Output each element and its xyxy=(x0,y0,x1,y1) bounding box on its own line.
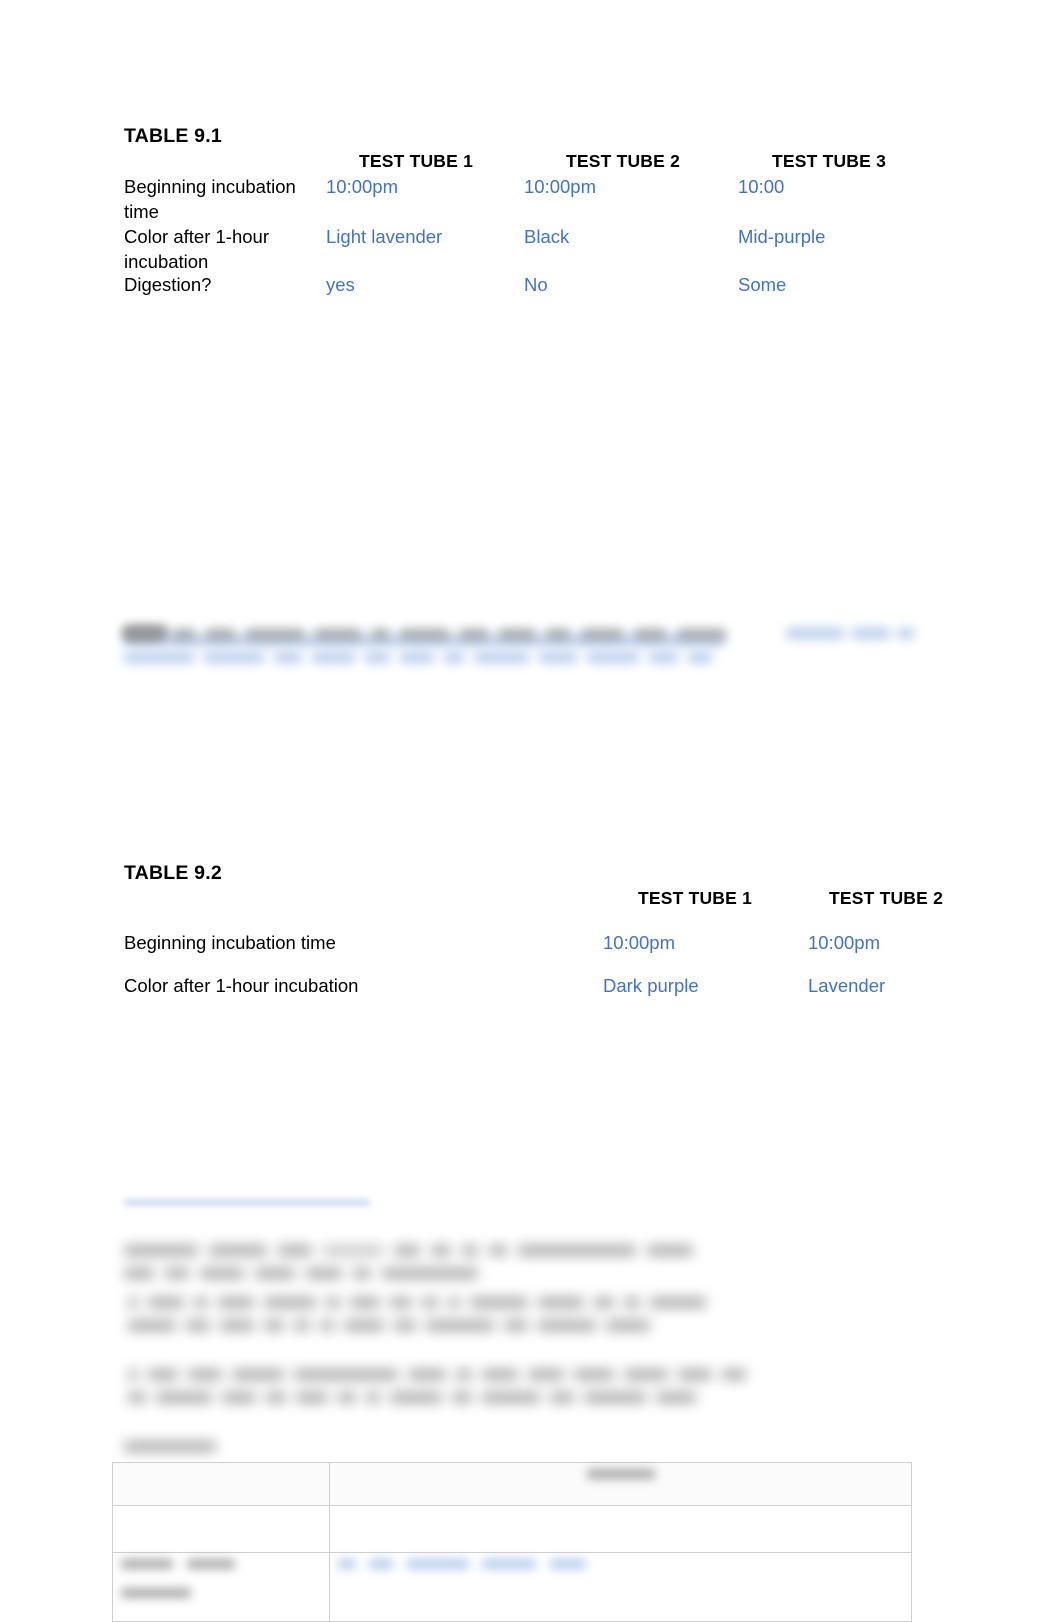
table-row xyxy=(112,1552,912,1622)
bottom-table-cell-r1-right xyxy=(329,1505,912,1553)
redacted-question-words-row-1 xyxy=(124,629,726,647)
bottom-table-cell-r1-left xyxy=(112,1505,330,1553)
table-9-1-column-header-2: TEST TUBE 2 xyxy=(565,151,681,171)
table-9-1-column-header-1: TEST TUBE 1 xyxy=(358,151,474,171)
table-9-1-cell-0-0: 10:00pm xyxy=(326,176,398,197)
redacted-question-answer-row-2 xyxy=(124,652,712,670)
table-row xyxy=(112,1505,912,1553)
redacted-instruction-paragraph-1 xyxy=(124,1245,842,1283)
table-9-1-row-label-2: Digestion? xyxy=(124,274,212,295)
table-9-1-cell-1-2: Mid-purple xyxy=(738,226,826,247)
redacted-instruction-paragraph-2 xyxy=(128,1297,870,1341)
table-9-1-cell-1-1: Black xyxy=(524,226,570,247)
table-9-2-cell-1-1: Lavender xyxy=(808,975,886,996)
table-9-1-cell-0-1: 10:00pm xyxy=(524,176,596,197)
redacted-question-line-1 xyxy=(124,628,724,650)
document-page: TABLE 9.1 TEST TUBE 1 TEST TUBE 2 TEST T… xyxy=(0,0,1062,1622)
table-9-1-cell-2-0: yes xyxy=(326,274,355,295)
table-9-1-column-header-3: TEST TUBE 3 xyxy=(771,151,887,171)
table-9-2-cell-0-0: 10:00pm xyxy=(603,932,675,953)
table-9-2-column-header-1: TEST TUBE 1 xyxy=(637,888,753,908)
bottom-table-cell-header-right xyxy=(329,1462,912,1506)
redacted-instruction-paragraph-3 xyxy=(128,1369,876,1413)
bottom-table-cell-header-left xyxy=(112,1462,330,1506)
table-9-2-caption: TABLE 9.2 xyxy=(124,862,222,884)
table-9-1-row-label-0: Beginning incubation time xyxy=(124,176,296,222)
table-9-1-cell-1-0: Light lavender xyxy=(326,226,443,247)
redacted-bottom-table-caption xyxy=(124,1441,220,1457)
redacted-inline-answer-right xyxy=(786,628,926,646)
table-9-1-cell-2-1: No xyxy=(524,274,548,295)
table-9-2-cell-1-0: Dark purple xyxy=(603,975,699,996)
redacted-question-paragraph xyxy=(124,626,724,678)
bottom-table-cell-r2-left xyxy=(112,1552,330,1622)
table-9-1-cell-2-2: Some xyxy=(738,274,787,295)
bottom-table-cell-r2-right xyxy=(329,1552,912,1622)
bottom-data-table xyxy=(112,1462,912,1622)
table-row xyxy=(112,1462,912,1506)
table-9-2-row-label-1: Color after 1-hour incubation xyxy=(124,975,359,996)
redacted-link-underline xyxy=(124,1199,370,1206)
table-9-2-row-label-0: Beginning incubation time xyxy=(124,932,336,953)
table-9-2-column-header-2: TEST TUBE 2 xyxy=(828,888,944,908)
table-9-1-caption: TABLE 9.1 xyxy=(124,125,222,147)
table-9-2-cell-0-1: 10:00pm xyxy=(808,932,880,953)
table-9-1-cell-0-2: 10:00 xyxy=(738,176,785,197)
table-9-1-row-label-1: Color after 1-hour incubation xyxy=(124,226,269,272)
